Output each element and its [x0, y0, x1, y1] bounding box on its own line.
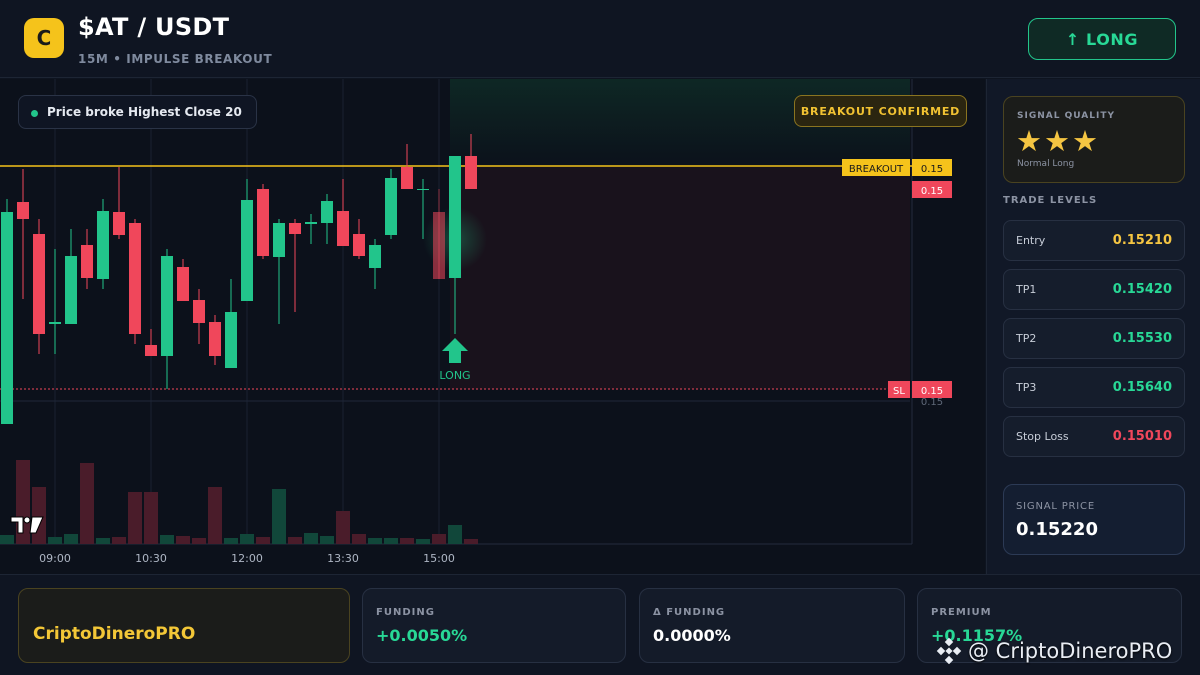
- level-value: 0.15010: [1112, 429, 1172, 444]
- pair-title: $AT / USDT: [78, 13, 230, 41]
- candle: [401, 167, 413, 189]
- signal-quality-subtitle: Normal Long: [1017, 159, 1075, 169]
- level-value: 0.15420: [1112, 282, 1172, 297]
- volume-bars: [0, 460, 478, 544]
- chart-canvas[interactable]: LONG BREAKOUT 0.15 0.15 SL 0.15 0.15 09:…: [0, 79, 985, 574]
- level-name: TP2: [1016, 332, 1037, 345]
- candle: [369, 245, 381, 268]
- candle: [97, 211, 109, 279]
- long-button[interactable]: ↑ LONG: [1028, 18, 1176, 60]
- header: C $AT / USDT 15M • IMPULSE BREAKOUT ↑ LO…: [0, 0, 1200, 78]
- level-row-stop-loss: Stop Loss 0.15010: [1003, 416, 1185, 457]
- time-label: 13:30: [327, 552, 359, 565]
- candle: [161, 256, 173, 356]
- candle: [321, 201, 333, 223]
- candle: [113, 212, 125, 235]
- time-label: 12:00: [231, 552, 263, 565]
- level-name: TP3: [1016, 381, 1037, 394]
- candle: [305, 222, 317, 224]
- delta-funding-label: Δ FUNDING: [653, 607, 726, 618]
- signal-price-card: SIGNAL PRICE 0.15220: [1003, 484, 1185, 555]
- candles: [1, 134, 477, 424]
- level-row-tp2: TP2 0.15530: [1003, 318, 1185, 359]
- candle: [273, 223, 285, 257]
- candle: [129, 223, 141, 334]
- candle: [417, 189, 429, 190]
- level-name: Stop Loss: [1016, 430, 1069, 443]
- star-rating-icon: ★★★: [1016, 124, 1100, 158]
- premium-label: PREMIUM: [931, 607, 992, 618]
- candle: [193, 300, 205, 323]
- footer-stats: CriptoDineroPRO FUNDING +0.0050% Δ FUNDI…: [0, 574, 1200, 675]
- candle: [289, 223, 301, 234]
- signal-price-value: 0.15220: [1016, 519, 1098, 540]
- breakout-reason-text: Price broke Highest Close 20: [47, 105, 242, 119]
- signal-panel: SIGNAL QUALITY ★★★ Normal Long TRADE LEV…: [986, 79, 1200, 574]
- level-row-entry: Entry 0.15210: [1003, 220, 1185, 261]
- candle: [209, 322, 221, 356]
- funding-card: FUNDING +0.0050%: [362, 588, 626, 663]
- candle: [17, 202, 29, 219]
- sl-tag-label: SL: [893, 386, 905, 397]
- breakout-tag-label: BREAKOUT: [849, 164, 904, 175]
- price-axis-tick: 0.15: [921, 397, 943, 408]
- brand-card: CriptoDineroPRO: [18, 588, 350, 663]
- level-value: 0.15640: [1112, 380, 1172, 395]
- sl-price-value: 0.15: [921, 386, 943, 397]
- candle: [465, 156, 477, 189]
- time-axis-labels: 09:00 10:30 12:00 13:30 15:00: [39, 552, 455, 565]
- current-price-value: 0.15: [921, 186, 943, 197]
- funding-value: +0.0050%: [376, 626, 468, 645]
- level-name: Entry: [1016, 234, 1046, 247]
- candle: [33, 234, 45, 334]
- signal-price-label: SIGNAL PRICE: [1016, 501, 1095, 512]
- watermark-text: @ CriptoDineroPRO: [968, 639, 1173, 663]
- candle: [433, 212, 445, 279]
- candle: [1, 212, 13, 424]
- candle: [353, 234, 365, 256]
- candle: [145, 345, 157, 356]
- level-value: 0.15530: [1112, 331, 1172, 346]
- delta-funding-card: Δ FUNDING 0.0000%: [639, 588, 905, 663]
- price-chart[interactable]: LONG BREAKOUT 0.15 0.15 SL 0.15 0.15 09:…: [0, 79, 985, 574]
- delta-funding-value: 0.0000%: [653, 626, 731, 645]
- breakout-price-value: 0.15: [921, 164, 943, 175]
- candle: [177, 267, 189, 301]
- time-label: 09:00: [39, 552, 71, 565]
- level-name: TP1: [1016, 283, 1037, 296]
- time-label: 10:30: [135, 552, 167, 565]
- time-label: 15:00: [423, 552, 455, 565]
- binance-logo-icon: [936, 638, 962, 664]
- candle: [257, 189, 269, 256]
- candle: [449, 156, 461, 278]
- signal-quality-card: SIGNAL QUALITY ★★★ Normal Long: [1003, 96, 1185, 183]
- level-row-tp3: TP3 0.15640: [1003, 367, 1185, 408]
- grid-lines: [54, 79, 440, 544]
- signal-quality-label: SIGNAL QUALITY: [1017, 111, 1115, 121]
- candle: [385, 178, 397, 235]
- level-value: 0.15210: [1112, 233, 1172, 248]
- coin-logo: C: [24, 18, 64, 58]
- status-dot-icon: [31, 110, 38, 117]
- candle: [337, 211, 349, 246]
- breakout-confirmed-badge: BREAKOUT CONFIRMED: [794, 95, 967, 127]
- trade-levels-title: TRADE LEVELS: [1003, 195, 1098, 206]
- pair-subtitle: 15M • IMPULSE BREAKOUT: [78, 52, 273, 66]
- brand-name: CriptoDineroPRO: [33, 624, 196, 644]
- candle: [81, 245, 93, 278]
- watermark: @ CriptoDineroPRO: [936, 637, 1172, 665]
- long-marker-label: LONG: [439, 369, 470, 382]
- breakout-reason-pill: Price broke Highest Close 20: [18, 95, 257, 129]
- tradingview-logo-icon: [10, 516, 44, 534]
- candle: [225, 312, 237, 368]
- candle: [65, 256, 77, 324]
- funding-label: FUNDING: [376, 607, 435, 618]
- risk-zone: [450, 167, 910, 389]
- candle: [49, 322, 61, 324]
- level-row-tp1: TP1 0.15420: [1003, 269, 1185, 310]
- candle: [241, 200, 253, 301]
